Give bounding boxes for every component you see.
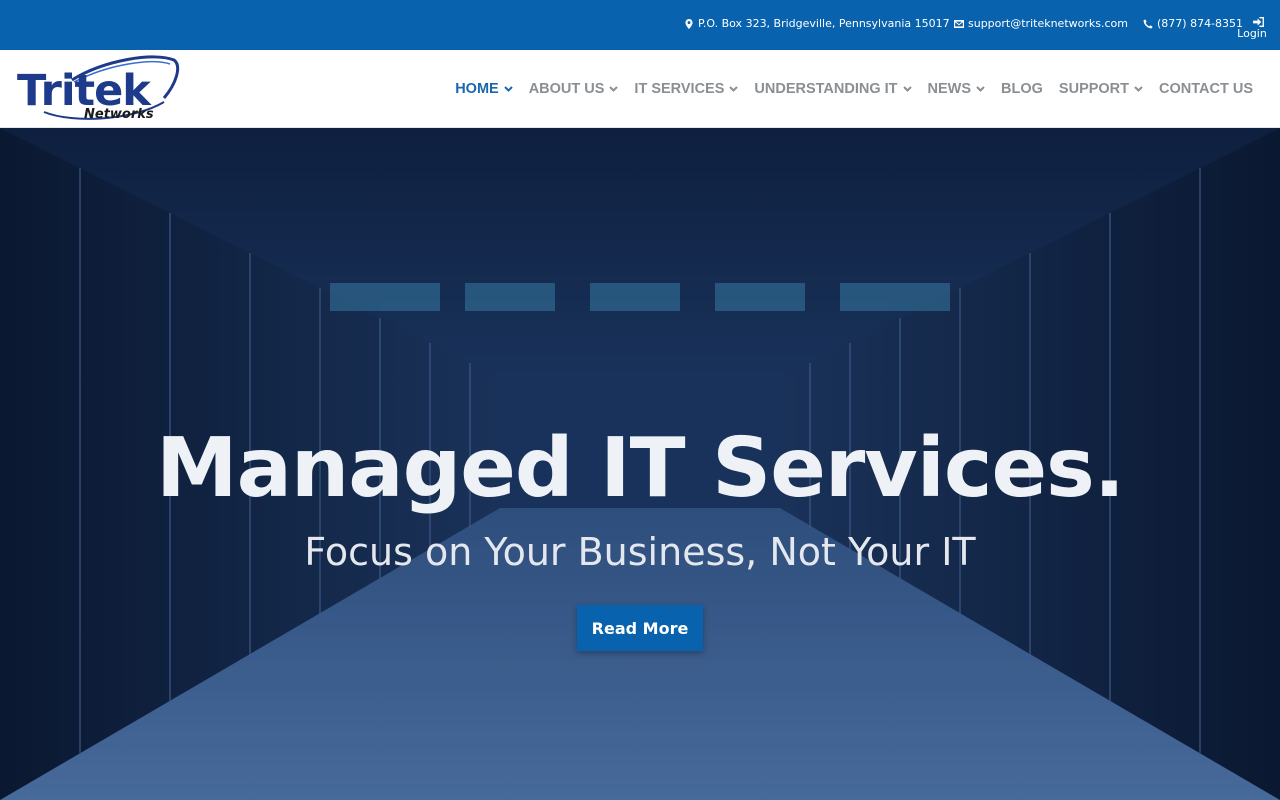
chevron-down-icon <box>503 86 513 92</box>
read-more-button[interactable]: Read More <box>577 605 703 651</box>
chevron-down-icon <box>609 86 619 92</box>
chevron-down-icon <box>729 86 739 92</box>
chevron-down-icon <box>902 86 912 92</box>
chevron-down-icon <box>976 86 985 92</box>
tritek-logo[interactable]: Tritek Networks <box>14 54 184 126</box>
login-text: Login <box>1237 27 1267 40</box>
nav-label: HOME <box>455 81 499 97</box>
nav-item-understanding-it[interactable]: UNDERSTANDING IT <box>754 81 912 97</box>
nav-item-support[interactable]: SUPPORT <box>1059 81 1143 97</box>
address-link[interactable]: P.O. Box 323, Bridgeville, Pennsylvania … <box>684 17 950 30</box>
nav-label: CONTACT US <box>1159 81 1253 97</box>
email-text: support@triteknetworks.com <box>968 17 1128 30</box>
hero-banner: Managed IT Services. Focus on Your Busin… <box>0 128 1280 800</box>
nav-label: NEWS <box>927 81 972 97</box>
nav-item-contact-us[interactable]: CONTACT US <box>1159 81 1253 97</box>
nav-item-it-services[interactable]: IT SERVICES <box>634 81 739 97</box>
envelope-icon <box>954 19 964 28</box>
nav-label: ABOUT US <box>528 81 605 97</box>
login-link[interactable]: Login <box>1236 17 1268 40</box>
site-header: Tritek Networks HOME ABOUT US IT SERVICE… <box>0 50 1280 128</box>
address-text: P.O. Box 323, Bridgeville, Pennsylvania … <box>698 17 950 30</box>
main-nav: HOME ABOUT US IT SERVICES UNDERSTANDING … <box>455 81 1253 97</box>
hero-subtitle: Focus on Your Business, Not Your IT <box>304 530 976 574</box>
logo-subtitle: Networks <box>84 107 154 122</box>
phone-text: (877) 874-8351 <box>1157 17 1244 30</box>
nav-label: BLOG <box>1001 81 1043 97</box>
nav-label: UNDERSTANDING IT <box>754 81 898 97</box>
chevron-down-icon <box>1134 86 1143 92</box>
hero-title: Managed IT Services. <box>155 421 1125 516</box>
top-contact-bar: P.O. Box 323, Bridgeville, Pennsylvania … <box>0 0 1280 50</box>
nav-label: SUPPORT <box>1058 81 1130 97</box>
nav-item-blog[interactable]: BLOG <box>1001 81 1043 97</box>
nav-item-news[interactable]: NEWS <box>928 81 986 97</box>
email-link[interactable]: support@triteknetworks.com <box>954 17 1128 30</box>
nav-item-about-us[interactable]: ABOUT US <box>529 81 619 97</box>
phone-link[interactable]: (877) 874-8351 <box>1143 17 1243 30</box>
nav-label: IT SERVICES <box>634 81 725 97</box>
sign-in-icon <box>1253 17 1264 27</box>
phone-icon <box>1143 18 1153 28</box>
nav-item-home[interactable]: HOME <box>455 81 513 97</box>
map-marker-icon <box>685 18 693 29</box>
